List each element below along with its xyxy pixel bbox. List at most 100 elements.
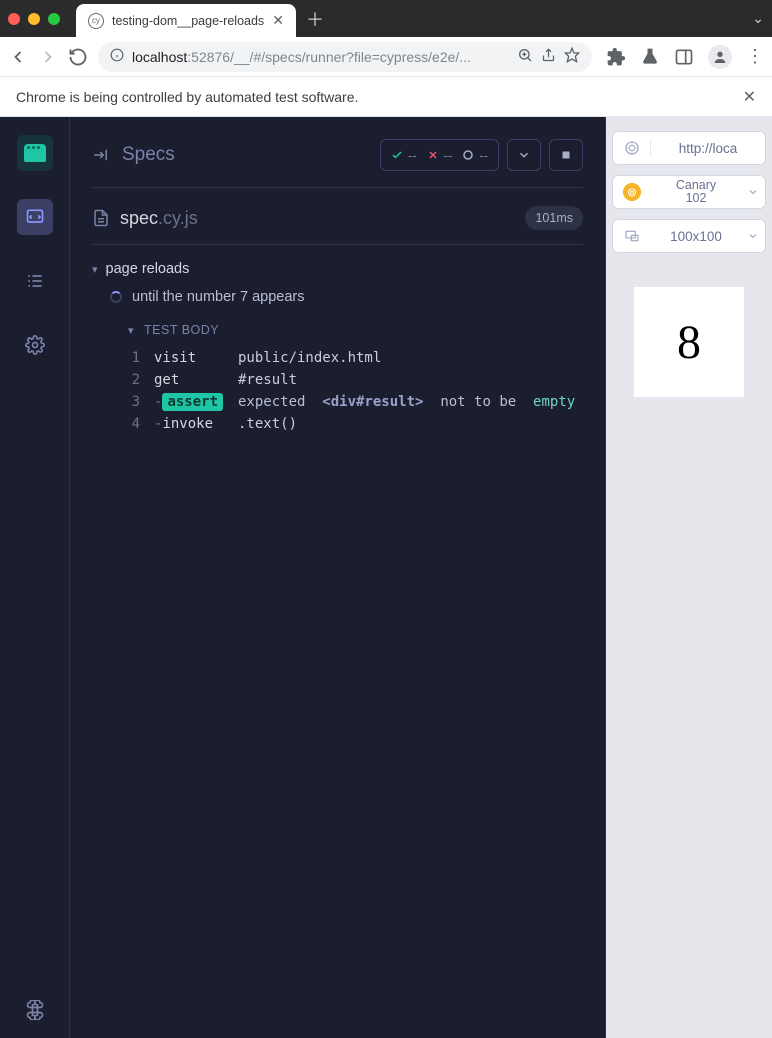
window-controls	[8, 13, 60, 25]
command-row[interactable]: 2 get #result	[92, 369, 583, 391]
window-close-dot[interactable]	[8, 13, 20, 25]
specs-breadcrumb[interactable]: Specs	[92, 144, 175, 166]
test-body-label: TEST BODY	[144, 323, 219, 337]
omnibox[interactable]: localhost:52876/__/#/specs/runner?file=c…	[98, 42, 592, 72]
viewport-icon	[613, 228, 651, 244]
nav-settings-icon[interactable]	[17, 327, 53, 363]
command-row[interactable]: 4 -invoke .text()	[92, 413, 583, 435]
command-name: -assert	[154, 394, 224, 410]
aut-url-text: http://loca	[651, 141, 765, 156]
browser-selector[interactable]: ◎ Canary102	[612, 175, 766, 209]
chevron-down-icon	[741, 186, 765, 198]
stop-button[interactable]	[549, 139, 583, 171]
tab-close-icon[interactable]: ✕	[272, 12, 284, 29]
specs-title-text: Specs	[122, 144, 175, 166]
aut-iframe-wrap: 8	[612, 287, 766, 397]
stop-icon	[560, 149, 572, 161]
left-nav-rail	[0, 117, 70, 1038]
aut-panel: http://loca ◎ Canary102 100x100 8	[606, 117, 772, 1038]
share-icon[interactable]	[541, 48, 556, 66]
nav-reload-icon[interactable]	[68, 47, 88, 67]
tab-overflow-icon[interactable]: ⌄	[752, 10, 764, 27]
browser-label: Canary102	[651, 179, 741, 205]
running-spinner-icon	[110, 291, 122, 303]
command-message: expected <div#result> not to be empty	[238, 394, 575, 410]
nav-back-icon[interactable]	[8, 47, 28, 67]
assert-badge: assert	[162, 393, 223, 411]
automation-info-bar: Chrome is being controlled by automated …	[0, 77, 772, 117]
command-row[interactable]: 3 -assert expected <div#result> not to b…	[92, 391, 583, 413]
command-name: get	[154, 372, 224, 388]
stats-group: -- -- --	[380, 139, 583, 171]
nav-specs-icon[interactable]	[17, 199, 53, 235]
reporter-panel: Specs -- -- --	[70, 117, 606, 1038]
it-block[interactable]: until the number 7 appears	[92, 281, 583, 313]
specs-expand-icon	[92, 146, 110, 164]
extensions-icon[interactable]	[606, 47, 626, 67]
profile-avatar[interactable]	[708, 45, 732, 69]
labs-icon[interactable]	[640, 47, 660, 67]
options-dropdown-button[interactable]	[507, 139, 541, 171]
cypress-app: Specs -- -- --	[0, 117, 772, 1038]
stat-failed: --	[427, 148, 453, 163]
command-message: .text()	[238, 416, 297, 432]
caret-down-icon: ▾	[128, 324, 134, 337]
keyboard-shortcuts-icon[interactable]	[17, 1002, 53, 1038]
site-info-icon[interactable]	[110, 48, 124, 65]
test-stats: -- -- --	[380, 139, 499, 171]
command-number: 1	[128, 350, 140, 366]
caret-down-icon: ▾	[92, 263, 98, 276]
command-number: 2	[128, 372, 140, 388]
aut-iframe[interactable]: 8	[634, 287, 744, 397]
spec-file-row[interactable]: spec.cy.js 101ms	[92, 188, 583, 245]
spec-filename: spec.cy.js	[120, 208, 198, 229]
command-message: public/index.html	[238, 350, 381, 366]
window-maximize-dot[interactable]	[48, 13, 60, 25]
command-row[interactable]: 1 visit public/index.html	[92, 347, 583, 369]
command-name: visit	[154, 350, 224, 366]
it-title: until the number 7 appears	[132, 289, 305, 305]
file-icon	[92, 209, 110, 227]
tab-favicon: cy	[88, 13, 104, 29]
aut-result-value: 8	[677, 315, 701, 370]
spec-duration: 101ms	[525, 206, 583, 230]
stat-passed: --	[391, 148, 417, 163]
new-tab-button[interactable]: ＋	[306, 6, 324, 32]
chrome-menu-icon[interactable]: ⋮	[746, 46, 764, 67]
command-name: -invoke	[154, 416, 224, 432]
viewport-selector[interactable]: 100x100	[612, 219, 766, 253]
command-number: 3	[128, 394, 140, 410]
omnibox-url: localhost:52876/__/#/specs/runner?file=c…	[132, 49, 471, 65]
sidepanel-icon[interactable]	[674, 47, 694, 67]
info-bar-text: Chrome is being controlled by automated …	[16, 89, 358, 105]
test-list: ▾ page reloads until the number 7 appear…	[92, 245, 583, 435]
chevron-down-icon	[741, 230, 765, 242]
nav-runs-icon[interactable]	[17, 263, 53, 299]
zoom-icon[interactable]	[517, 47, 533, 66]
aut-url-input[interactable]: http://loca	[612, 131, 766, 165]
command-number: 4	[128, 416, 140, 432]
info-bar-close-icon[interactable]: ✕	[743, 87, 756, 107]
chevron-down-icon	[517, 148, 531, 162]
check-icon	[391, 149, 403, 161]
describe-block[interactable]: ▾ page reloads	[92, 257, 583, 281]
browser-canary-icon: ◎	[623, 183, 641, 201]
pending-icon	[462, 149, 474, 161]
describe-title: page reloads	[106, 261, 190, 277]
command-message: #result	[238, 372, 297, 388]
browser-tab-strip: cy testing-dom__page-reloads ✕ ＋ ⌄	[0, 0, 772, 37]
nav-forward-icon	[38, 47, 58, 67]
bookmark-icon[interactable]	[564, 47, 580, 66]
window-minimize-dot[interactable]	[28, 13, 40, 25]
browser-tab[interactable]: cy testing-dom__page-reloads ✕	[76, 4, 296, 37]
toolbar-icons: ⋮	[606, 45, 764, 69]
viewport-text: 100x100	[651, 229, 741, 244]
reporter-header: Specs -- -- --	[92, 139, 583, 188]
x-icon	[427, 149, 439, 161]
test-body-header[interactable]: ▾ TEST BODY	[92, 313, 583, 347]
cypress-logo-icon[interactable]	[17, 135, 53, 171]
stat-pending: --	[462, 148, 488, 163]
selector-playground-icon[interactable]	[613, 140, 651, 156]
tab-title: testing-dom__page-reloads	[112, 14, 264, 28]
browser-toolbar: localhost:52876/__/#/specs/runner?file=c…	[0, 37, 772, 77]
